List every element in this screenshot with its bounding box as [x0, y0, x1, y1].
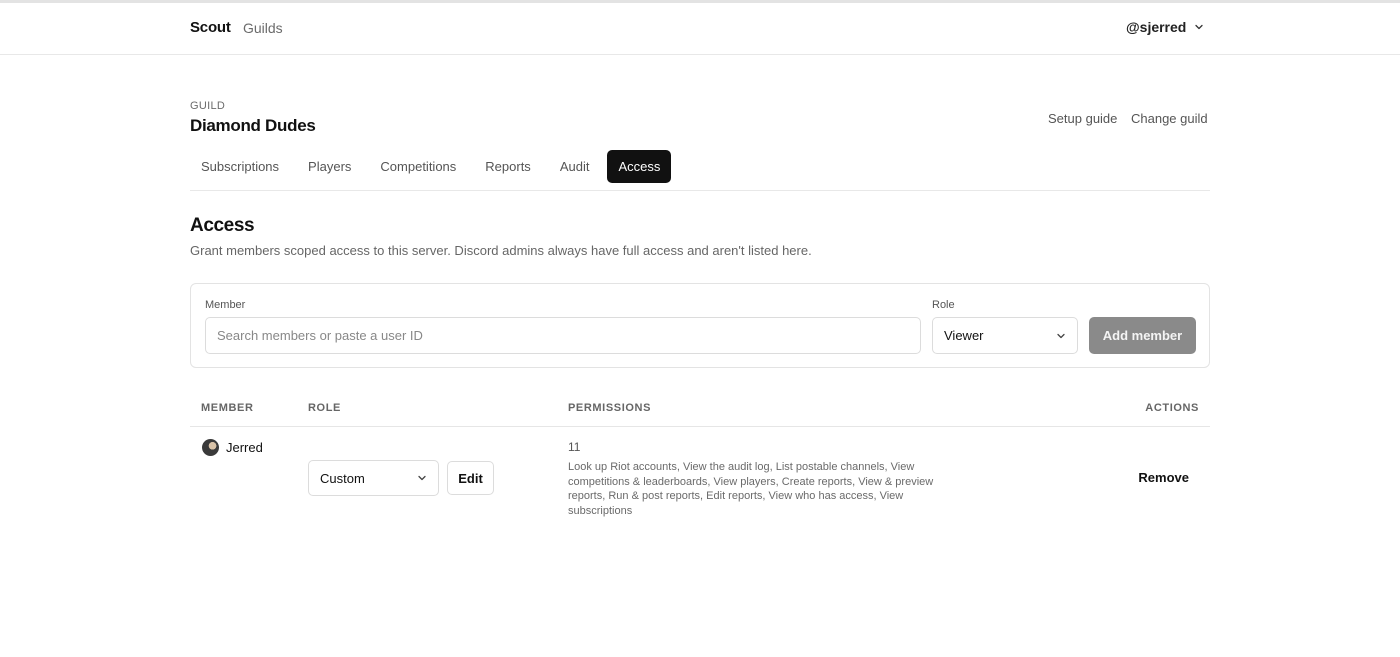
tab-subscriptions[interactable]: Subscriptions: [190, 150, 290, 183]
add-member-form: Member Role Viewer Add member: [190, 283, 1210, 368]
tab-access[interactable]: Access: [607, 150, 672, 183]
section-title: Access: [190, 215, 255, 236]
remove-member-button[interactable]: Remove: [1138, 470, 1189, 485]
role-field-label: Role: [932, 299, 955, 311]
guild-kicker: GUILD: [190, 100, 226, 112]
top-navbar: Scout Guilds @sjerred: [0, 3, 1400, 55]
table-row: Jerred Custom Edit 11 Look up Riot accou…: [190, 427, 1210, 537]
user-handle: @sjerred: [1126, 19, 1187, 35]
page-title: Diamond Dudes: [190, 116, 316, 135]
nav-link-guilds[interactable]: Guilds: [243, 20, 283, 36]
guild-tabs: Subscriptions Players Competitions Repor…: [190, 150, 678, 183]
chevron-down-icon: [1057, 333, 1065, 338]
permission-count: 11: [568, 440, 581, 454]
chevron-down-icon: [1195, 24, 1204, 30]
permission-list: Look up Riot accounts, View the audit lo…: [568, 461, 934, 517]
tabs-divider: [190, 190, 1210, 191]
member-name: Jerred: [226, 440, 263, 455]
tab-players[interactable]: Players: [297, 150, 362, 183]
member-search-input[interactable]: [205, 317, 921, 354]
column-header-actions: ACTIONS: [1145, 402, 1199, 414]
brand-logo[interactable]: Scout: [190, 19, 231, 36]
member-role-value: Custom: [320, 470, 365, 486]
role-select[interactable]: Viewer: [932, 317, 1078, 354]
tab-competitions[interactable]: Competitions: [369, 150, 467, 183]
column-header-role: ROLE: [308, 402, 341, 414]
setup-guide-link[interactable]: Setup guide: [1048, 111, 1117, 126]
user-menu[interactable]: @sjerred: [1126, 19, 1204, 35]
chevron-down-icon: [418, 475, 426, 481]
column-header-member: MEMBER: [201, 402, 254, 414]
add-member-button[interactable]: Add member: [1089, 317, 1196, 354]
member-field-label: Member: [205, 299, 246, 311]
change-guild-link[interactable]: Change guild: [1131, 111, 1208, 126]
avatar: [202, 439, 219, 456]
role-select-value: Viewer: [944, 328, 984, 343]
column-header-permissions: PERMISSIONS: [568, 402, 652, 414]
tab-audit[interactable]: Audit: [549, 150, 601, 183]
section-description: Grant members scoped access to this serv…: [190, 243, 812, 258]
member-role-select[interactable]: Custom: [308, 460, 439, 496]
tab-reports[interactable]: Reports: [474, 150, 542, 183]
edit-permissions-button[interactable]: Edit: [447, 461, 494, 495]
